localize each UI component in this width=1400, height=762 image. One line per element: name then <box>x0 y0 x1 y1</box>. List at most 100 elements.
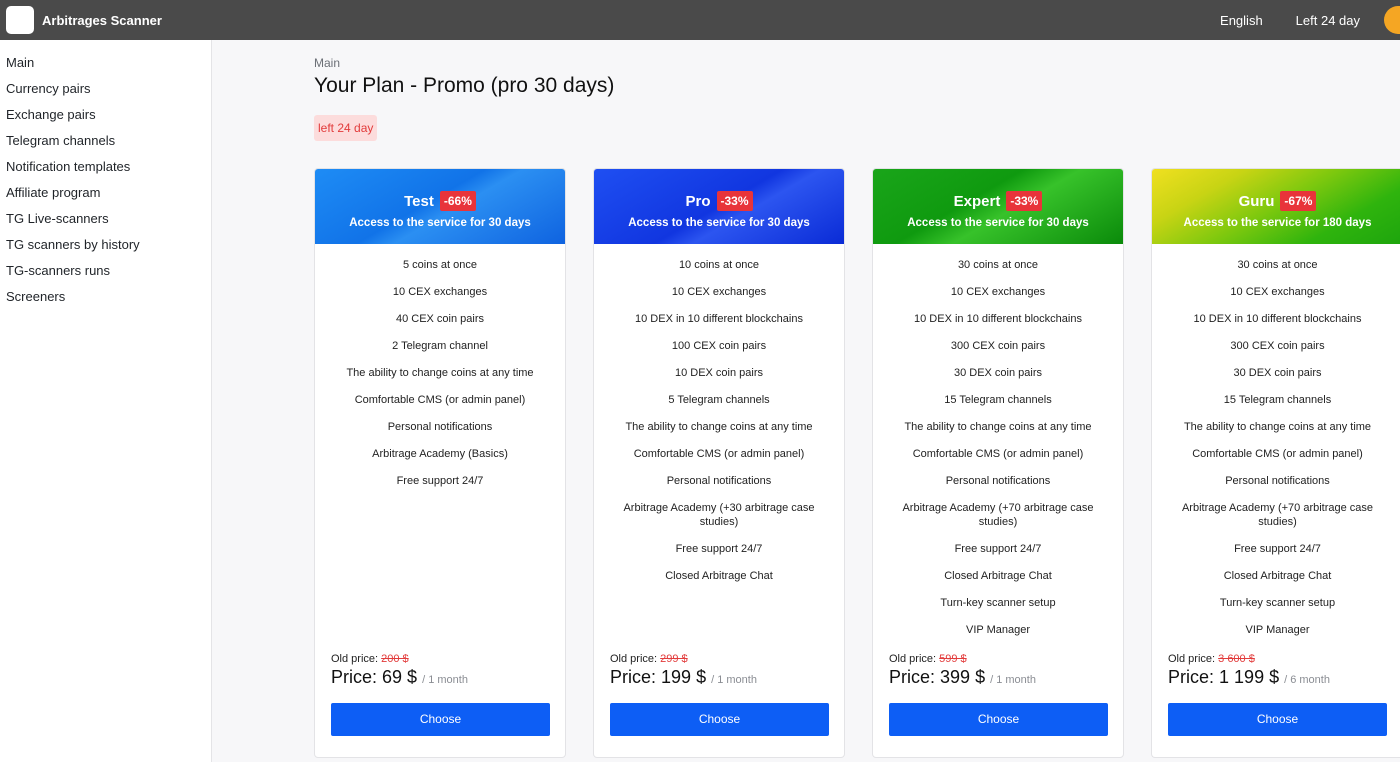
choose-button[interactable]: Choose <box>331 703 550 736</box>
sidebar-item-screeners[interactable]: Screeners <box>0 284 211 310</box>
discount-badge: -33% <box>1006 191 1043 211</box>
feature-item: 300 CEX coin pairs <box>1230 340 1325 352</box>
price-label: Price: <box>610 667 657 687</box>
sidebar-nav: Main Currency pairs Exchange pairs Teleg… <box>0 40 211 310</box>
plan-name: Expert <box>953 192 1001 210</box>
feature-item: Closed Arbitrage Chat <box>1223 570 1332 582</box>
plan-card-guru: Guru -67% Access to the service for 180 … <box>1151 168 1400 758</box>
feature-item: 100 CEX coin pairs <box>671 340 767 352</box>
feature-item: 15 Telegram channels <box>1223 394 1332 406</box>
breadcrumb[interactable]: Main <box>314 56 340 70</box>
days-left-badge: left 24 day <box>314 115 378 141</box>
sidebar-item-tg-scanners-by-history[interactable]: TG scanners by history <box>0 232 211 258</box>
choose-button[interactable]: Choose <box>889 703 1108 736</box>
feature-item: 10 CEX exchanges <box>392 286 488 298</box>
language-selector[interactable]: English <box>1220 13 1263 28</box>
old-price: Old price: 599 $ <box>889 653 1109 665</box>
feature-item: 10 CEX exchanges <box>1230 286 1325 298</box>
feature-item: 10 DEX coin pairs <box>674 367 764 379</box>
choose-button[interactable]: Choose <box>610 703 829 736</box>
price-value: 199 $ <box>661 667 707 687</box>
feature-item: 10 DEX in 10 different blockchains <box>635 313 803 325</box>
price-period: / 1 month <box>422 674 468 686</box>
price-period: / 6 month <box>1284 674 1330 686</box>
feature-item: 2 Telegram channel <box>392 340 488 352</box>
discount-badge: -33% <box>716 191 753 211</box>
price-label: Price: <box>331 667 378 687</box>
sidebar-item-notification-templates[interactable]: Notification templates <box>0 154 211 180</box>
old-price: Old price: 200 $ <box>331 653 551 665</box>
price-label: Price: <box>889 667 936 687</box>
price-period: / 1 month <box>990 674 1036 686</box>
sidebar-item-currency-pairs[interactable]: Currency pairs <box>0 76 211 102</box>
feature-list: 5 coins at once 10 CEX exchanges 40 CEX … <box>315 244 565 488</box>
plan-card-expert: Expert -33% Access to the service for 30… <box>872 168 1124 758</box>
feature-item: 10 DEX in 10 different blockchains <box>1193 313 1362 325</box>
sidebar-item-exchange-pairs[interactable]: Exchange pairs <box>0 102 211 128</box>
feature-item: Personal notifications <box>1225 475 1330 487</box>
choose-button[interactable]: Choose <box>1168 703 1387 736</box>
feature-item: Arbitrage Academy (+30 arbitrage case st… <box>623 502 815 528</box>
price-block: Old price: 599 $ Price: 399 $ / 1 month <box>889 653 1109 688</box>
feature-item: 10 CEX exchanges <box>950 286 1046 298</box>
top-bar-right: English Left 24 day <box>1220 0 1400 40</box>
discount-badge: -67% <box>1280 191 1317 211</box>
plan-card-header: Expert -33% Access to the service for 30… <box>873 169 1123 244</box>
sidebar-item-tg-scanners-runs[interactable]: TG-scanners runs <box>0 258 211 284</box>
feature-item: 10 DEX in 10 different blockchains <box>914 313 1082 325</box>
app-logo[interactable] <box>6 6 34 34</box>
feature-list: 30 coins at once 10 CEX exchanges 10 DEX… <box>1152 244 1400 637</box>
feature-item: The ability to change coins at any time <box>625 421 813 433</box>
sidebar-item-tg-live-scanners[interactable]: TG Live-scanners <box>0 206 211 232</box>
sidebar: Main Currency pairs Exchange pairs Teleg… <box>0 40 212 762</box>
feature-item: 10 coins at once <box>678 259 760 271</box>
plan-name: Pro <box>685 192 711 210</box>
old-price-label: Old price: <box>331 653 379 665</box>
price-value: 399 $ <box>940 667 986 687</box>
feature-item: Arbitrage Academy (+70 arbitrage case st… <box>1181 502 1374 528</box>
plan-card-header: Pro -33% Access to the service for 30 da… <box>594 169 844 244</box>
feature-item: Comfortable CMS (or admin panel) <box>633 448 805 460</box>
price: Price: 199 $ / 1 month <box>610 667 830 688</box>
price-label: Price: <box>1168 667 1215 687</box>
plan-name: Guru <box>1238 192 1275 210</box>
sidebar-item-main[interactable]: Main <box>0 50 211 76</box>
feature-item: Free support 24/7 <box>1234 543 1321 555</box>
feature-item: 15 Telegram channels <box>944 394 1052 406</box>
sidebar-item-affiliate-program[interactable]: Affiliate program <box>0 180 211 206</box>
plan-subtitle: Access to the service for 30 days <box>907 217 1089 229</box>
page-title: Your Plan - Promo (pro 30 days) <box>314 74 615 97</box>
plan-card-header: Test -66% Access to the service for 30 d… <box>315 169 565 244</box>
feature-item: Closed Arbitrage Chat <box>665 570 773 582</box>
feature-item: Free support 24/7 <box>396 475 484 487</box>
feature-item: 30 coins at once <box>957 259 1039 271</box>
price: Price: 69 $ / 1 month <box>331 667 551 688</box>
feature-item: VIP Manager <box>1245 624 1310 636</box>
old-price-label: Old price: <box>610 653 658 665</box>
feature-item: 30 DEX coin pairs <box>953 367 1043 379</box>
price-period: / 1 month <box>711 674 757 686</box>
plan-subtitle: Access to the service for 180 days <box>1183 217 1372 229</box>
old-price-label: Old price: <box>1168 653 1216 665</box>
top-bar: Arbitrages Scanner English Left 24 day <box>0 0 1400 40</box>
feature-item: Turn-key scanner setup <box>1219 597 1336 609</box>
feature-item: Personal notifications <box>666 475 772 487</box>
old-price-label: Old price: <box>889 653 937 665</box>
feature-item: Personal notifications <box>945 475 1051 487</box>
sidebar-item-telegram-channels[interactable]: Telegram channels <box>0 128 211 154</box>
price-value: 69 $ <box>382 667 418 687</box>
old-price-value: 599 $ <box>939 653 967 665</box>
feature-item: Comfortable CMS (or admin panel) <box>354 394 526 406</box>
plan-name: Test <box>404 192 434 210</box>
feature-item: Turn-key scanner setup <box>940 597 1056 609</box>
avatar[interactable] <box>1384 6 1400 34</box>
discount-badge: -66% <box>439 191 476 211</box>
subscription-days-left: Left 24 day <box>1295 12 1360 28</box>
app-title[interactable]: Arbitrages Scanner <box>42 13 162 28</box>
feature-item: Arbitrage Academy (Basics) <box>372 448 508 460</box>
feature-list: 10 coins at once 10 CEX exchanges 10 DEX… <box>594 244 844 583</box>
feature-item: 10 CEX exchanges <box>671 286 767 298</box>
feature-item: Personal notifications <box>387 421 493 433</box>
old-price-value: 200 $ <box>381 653 409 665</box>
plan-card-header: Guru -67% Access to the service for 180 … <box>1152 169 1400 244</box>
